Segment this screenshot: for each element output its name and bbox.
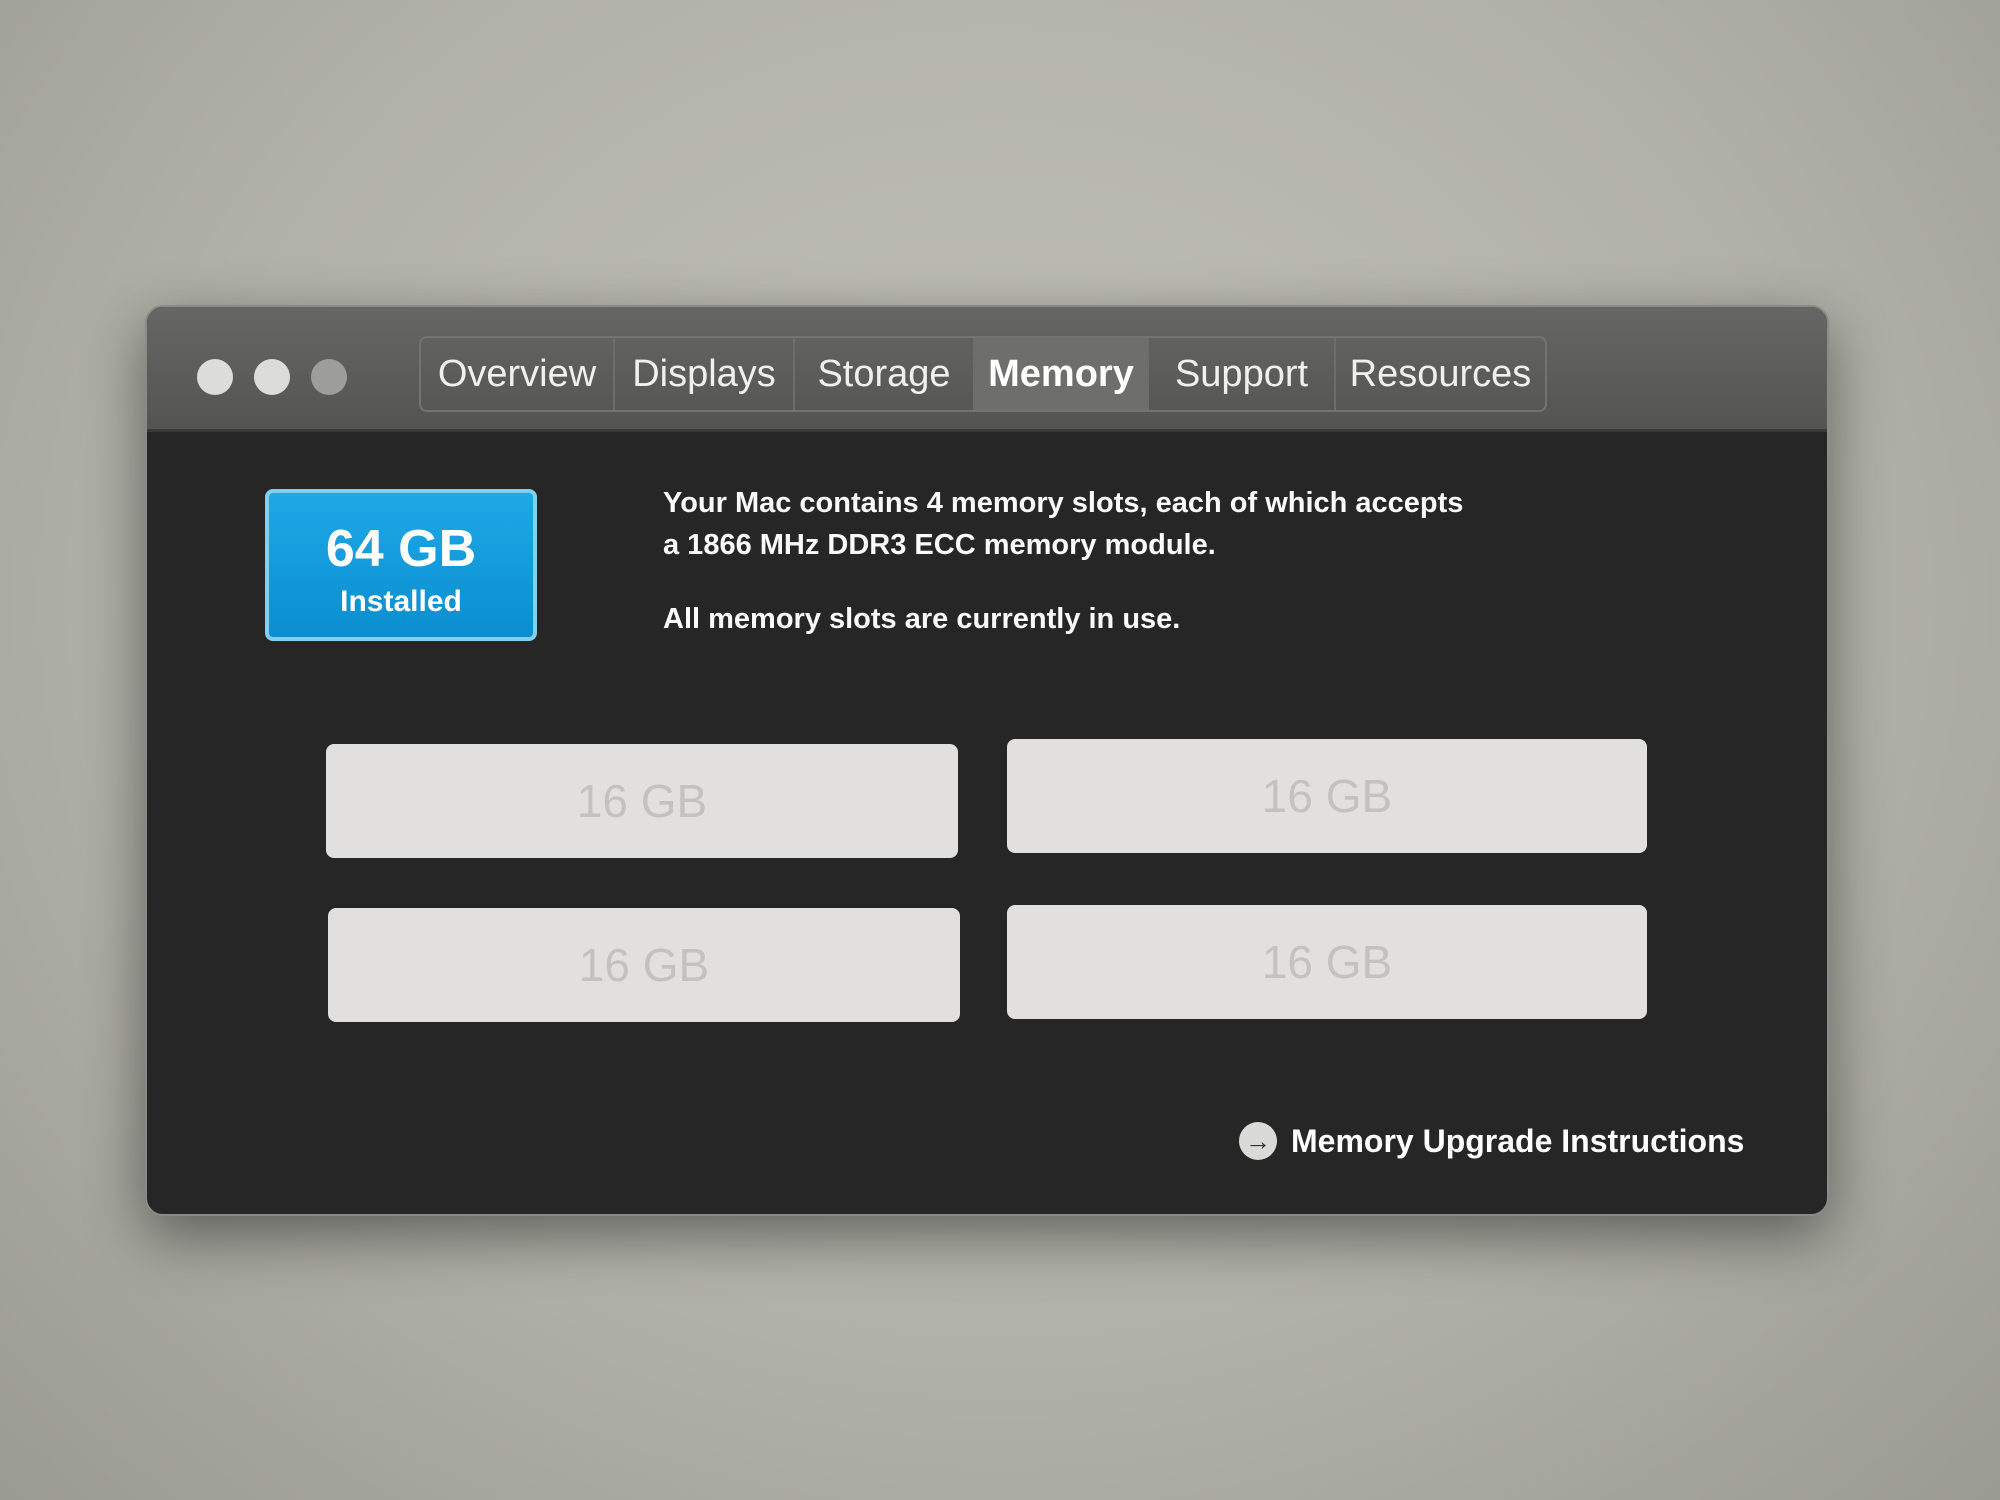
description-line-1: Your Mac contains 4 memory slots, each o…	[663, 487, 1464, 519]
tab-resources[interactable]: Resources	[1336, 338, 1545, 410]
close-button[interactable]	[197, 359, 233, 395]
memory-slot-4: 16 GB	[1007, 905, 1647, 1019]
tab-memory[interactable]: Memory	[975, 338, 1149, 410]
minimize-button[interactable]	[254, 359, 290, 395]
description-line-2: a 1866 MHz DDR3 ECC memory module.	[663, 529, 1216, 561]
zoom-button[interactable]	[311, 359, 347, 395]
arrow-right-circle-icon: →	[1239, 1122, 1277, 1160]
memory-upgrade-instructions-link[interactable]: → Memory Upgrade Instructions	[1239, 1122, 1744, 1160]
slot-status: All memory slots are currently in use.	[663, 603, 1181, 635]
tab-overview[interactable]: Overview	[421, 338, 615, 410]
tab-displays[interactable]: Displays	[615, 338, 795, 410]
memory-slot-3: 16 GB	[328, 908, 960, 1022]
installed-memory-badge: 64 GB Installed	[265, 489, 537, 641]
tab-support[interactable]: Support	[1149, 338, 1336, 410]
installed-label: Installed	[340, 585, 462, 618]
installed-amount: 64 GB	[325, 520, 477, 578]
memory-slot-1: 16 GB	[326, 744, 958, 858]
title-bar: Overview Displays Storage Memory Support…	[147, 307, 1827, 432]
tab-bar: Overview Displays Storage Memory Support…	[419, 336, 1547, 412]
memory-slot-2: 16 GB	[1007, 739, 1647, 853]
upgrade-link-label: Memory Upgrade Instructions	[1291, 1122, 1745, 1159]
tab-storage[interactable]: Storage	[795, 338, 975, 410]
about-this-mac-window: Overview Displays Storage Memory Support…	[145, 305, 1829, 1216]
